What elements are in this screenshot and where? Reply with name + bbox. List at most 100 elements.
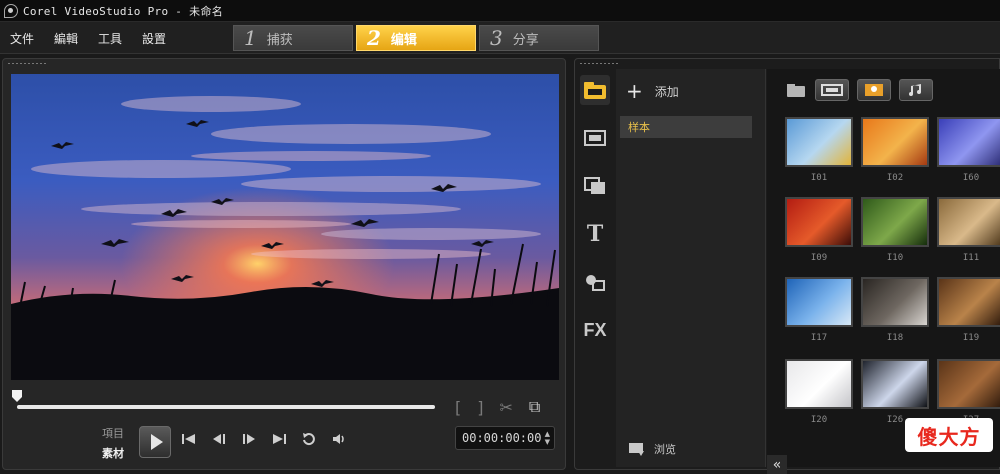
sunset-scene-image [11, 74, 559, 380]
thumbnail-label: I60 [962, 173, 980, 183]
step-number: 2 [367, 26, 381, 50]
media-thumbnail[interactable] [861, 359, 929, 409]
next-frame-icon[interactable] [241, 432, 257, 446]
step-edit-tab[interactable]: 2 编辑 [356, 25, 476, 51]
add-label: 添加 [654, 84, 679, 99]
transport-controls [181, 432, 347, 446]
media-thumbnail[interactable] [861, 117, 929, 167]
thumbnail-label: I02 [886, 173, 904, 183]
transition-icon [584, 177, 605, 194]
graphics-tab[interactable] [580, 267, 610, 297]
app-logo-icon [4, 3, 18, 18]
thumbnail-label: I17 [810, 333, 828, 343]
thumbnail-label: I09 [810, 253, 828, 263]
folder-name: 样本 [628, 121, 650, 134]
library-tabs: T FX [575, 71, 615, 467]
media-thumbnail[interactable] [937, 197, 1000, 247]
media-toolbar [785, 79, 933, 101]
media-thumbnail[interactable] [937, 117, 1000, 167]
media-folder-icon [584, 82, 606, 99]
menu-file[interactable]: 文件 [10, 30, 34, 47]
instant-project-tab[interactable] [580, 123, 610, 153]
step-share-tab[interactable]: 3 分享 [479, 25, 599, 51]
collapse-library-button[interactable]: « [767, 455, 787, 474]
menu-tools[interactable]: 工具 [98, 30, 122, 47]
title-t-icon: T [586, 221, 604, 247]
menu-bar: 文件 編輯 工具 設置 1 捕获 2 编辑 3 分享 [0, 22, 1000, 54]
media-thumbnail[interactable] [785, 197, 853, 247]
video-filter-icon [821, 84, 843, 96]
timecode-field[interactable]: 00:00:00:00 ▲ ▼ [455, 426, 555, 450]
title-tab[interactable]: T [580, 219, 610, 249]
volume-icon[interactable] [331, 432, 347, 446]
panel-grip[interactable] [579, 62, 619, 65]
thumbnail-label: I18 [886, 333, 904, 343]
menu-settings[interactable]: 設置 [142, 30, 166, 47]
thumbnail-area: I01I02I60I09I10I11I17I18I19I20I26I27 « [767, 69, 1000, 474]
preview-panel: [ ] ✂ ⧉ 項目 素材 00:00:00:00 ▲ ▼ [2, 58, 566, 470]
window-title: Corel VideoStudio Pro - 未命名 [23, 4, 224, 18]
add-folder-button[interactable]: + 添加 [626, 81, 679, 101]
library-panel: T FX + 添加 样本 浏览 I01 I02 I60 I09 I10 I11 … [574, 58, 1000, 474]
step-capture-tab[interactable]: 1 捕获 [233, 25, 353, 51]
video-preview [11, 74, 559, 380]
media-thumbnail[interactable] [937, 277, 1000, 327]
scrub-bar[interactable] [17, 405, 435, 409]
clip-mode[interactable]: 素材 [102, 445, 124, 461]
play-mode-switch: 項目 素材 [102, 425, 124, 461]
filter-tab[interactable]: FX [580, 315, 610, 345]
show-photos-button[interactable] [857, 79, 891, 101]
media-tab[interactable] [580, 75, 610, 105]
menu-items: 文件 編輯 工具 設置 [10, 22, 166, 54]
thumbnail-label: I20 [810, 415, 828, 425]
import-folder-button[interactable] [785, 79, 807, 101]
transition-tab[interactable] [580, 171, 610, 201]
watermark-logo: 傻大方 [905, 418, 993, 452]
photo-filter-icon [865, 84, 883, 96]
film-template-icon [584, 130, 606, 146]
browse-icon [629, 443, 644, 456]
thumbnail-label: I11 [962, 253, 980, 263]
media-thumbnail[interactable] [785, 117, 853, 167]
title-bar: Corel VideoStudio Pro - 未命名 [0, 0, 1000, 22]
graphics-icon [586, 275, 605, 291]
timecode-value: 00:00:00:00 [462, 431, 542, 445]
repeat-icon[interactable] [301, 432, 317, 446]
watermark-text: 傻大方 [917, 424, 981, 449]
go-to-start-icon[interactable] [181, 432, 197, 446]
scrubber-handle[interactable] [11, 389, 23, 403]
fx-icon: FX [583, 319, 607, 340]
media-thumbnail[interactable] [937, 359, 1000, 409]
step-label: 编辑 [390, 32, 417, 48]
media-thumbnail[interactable] [861, 277, 929, 327]
step-tabs: 1 捕获 2 编辑 3 分享 [233, 25, 599, 51]
mark-out-icon[interactable]: ] [477, 398, 483, 417]
previous-frame-icon[interactable] [211, 432, 227, 446]
thumbnail-label: I01 [810, 173, 828, 183]
go-to-end-icon[interactable] [271, 432, 287, 446]
enlarge-preview-icon[interactable]: ⧉ [529, 397, 540, 417]
mark-in-icon[interactable]: [ [455, 398, 461, 417]
menu-edit[interactable]: 編輯 [54, 30, 78, 47]
folder-icon [787, 84, 805, 97]
panel-grip[interactable] [7, 62, 47, 65]
thumbnail-label: I19 [962, 333, 980, 343]
play-button[interactable] [139, 426, 171, 458]
step-label: 捕获 [266, 32, 293, 48]
step-number: 3 [490, 26, 503, 50]
browse-button[interactable]: 浏览 [628, 441, 676, 457]
media-thumbnail[interactable] [861, 197, 929, 247]
step-number: 1 [244, 26, 257, 50]
media-thumbnail[interactable] [785, 277, 853, 327]
timecode-spinner-icon[interactable]: ▲ ▼ [545, 430, 550, 446]
show-audio-button[interactable] [899, 79, 933, 101]
thumbnail-label: I10 [886, 253, 904, 263]
media-thumbnail[interactable] [785, 359, 853, 409]
show-video-button[interactable] [815, 79, 849, 101]
folder-list: + 添加 样本 浏览 [616, 69, 766, 467]
project-mode[interactable]: 項目 [102, 425, 124, 441]
folder-item-sample[interactable]: 样本 [620, 116, 752, 138]
cut-icon[interactable]: ✂ [500, 398, 513, 417]
plus-icon: + [626, 79, 643, 103]
browse-label: 浏览 [654, 443, 676, 456]
